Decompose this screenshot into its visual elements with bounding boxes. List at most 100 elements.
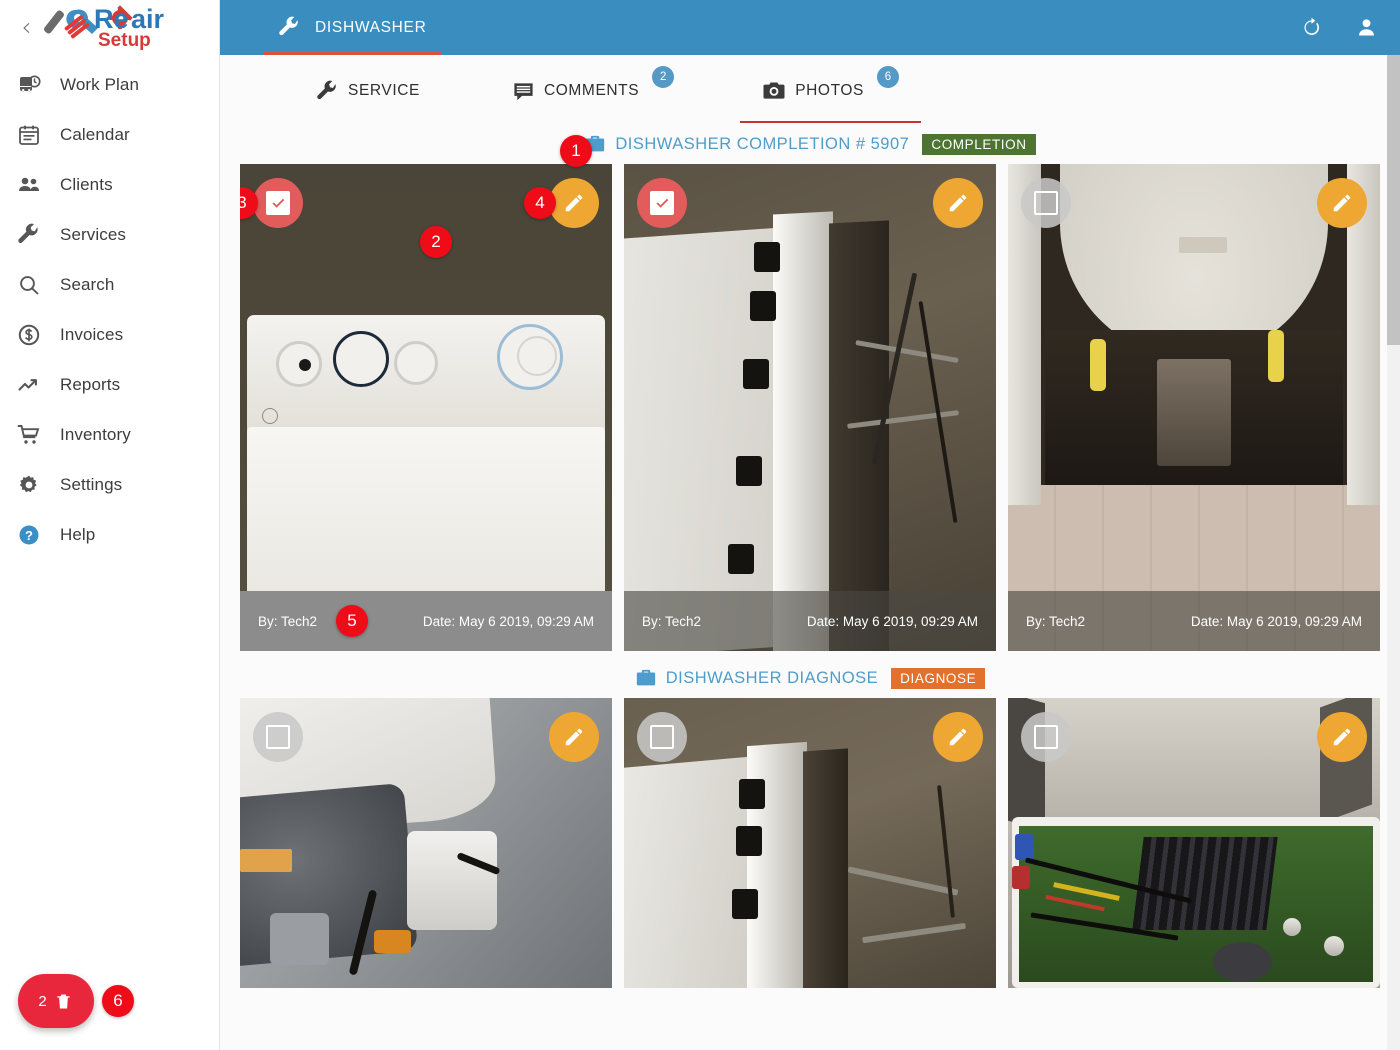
select-photo-checkbox[interactable]	[1021, 712, 1071, 762]
sidebar-collapse-button[interactable]	[14, 8, 40, 48]
photo-grid-diagnose	[220, 698, 1400, 988]
select-photo-checkbox[interactable]	[253, 712, 303, 762]
edit-photo-button[interactable]	[933, 178, 983, 228]
svg-text:?: ?	[25, 528, 33, 543]
camera-icon	[763, 82, 785, 99]
photo-date: Date: May 6 2019, 09:29 AM	[422, 613, 594, 629]
search-icon	[16, 272, 42, 298]
vertical-scrollbar[interactable]	[1387, 55, 1400, 1050]
photo-thumbnail[interactable]	[624, 164, 996, 651]
gear-icon	[16, 472, 42, 498]
clients-icon	[16, 172, 42, 198]
comment-icon	[514, 82, 533, 100]
group-heading-diagnose: DISHWASHER DIAGNOSE DIAGNOSE	[220, 667, 1400, 689]
photo-date: Date: May 6 2019, 09:29 AM	[1190, 613, 1362, 629]
sidebar-item-search[interactable]: Search	[0, 260, 219, 310]
app-logo[interactable]: Re air Setup	[44, 2, 214, 52]
repair-setup-logo-icon: Re air Setup	[44, 4, 165, 51]
photo-meta-footer: By: Tech2 Date: May 6 2019, 09:29 AM	[1008, 591, 1380, 651]
photo-author: By: Tech2	[258, 613, 318, 629]
sidebar-header: Re air Setup	[0, 0, 219, 55]
sidebar-item-inventory[interactable]: Inventory	[0, 410, 219, 460]
tab-badge: 6	[876, 66, 899, 88]
delete-selected-count: 2	[38, 992, 47, 1010]
photo-thumbnail[interactable]	[1008, 164, 1380, 651]
photo-meta-footer: By: Tech2 Date: May 6 2019, 09:29 AM	[624, 591, 996, 651]
content-tabs: SERVICE COMMENTS 2 PHOTOS 6	[220, 55, 1400, 123]
under-dishwasher-tub-floor-image	[1008, 164, 1380, 651]
delete-fab-wrapper: 2 6	[18, 974, 134, 1028]
edit-photo-button[interactable]	[549, 178, 599, 228]
delete-selected-fab[interactable]: 2	[18, 974, 94, 1028]
status-badge: DIAGNOSE	[891, 667, 986, 689]
photo-card[interactable]	[240, 698, 612, 988]
dollar-icon	[16, 322, 42, 348]
annotation-marker-4: 4	[524, 187, 556, 219]
photo-meta-footer: By: Tech2 5 Date: May 6 2019, 09:29 AM	[240, 591, 612, 651]
annotation-marker-6: 6	[102, 985, 134, 1017]
photo-card[interactable]: 3 4 2 By: Tech2 5 Date: May 6 2019, 09:2…	[240, 164, 612, 651]
tab-label: COMMENTS	[543, 82, 640, 99]
photo-grid-completion: 3 4 2 By: Tech2 5 Date: May 6 2019, 09:2…	[220, 164, 1400, 651]
tab-photos[interactable]: PHOTOS 6	[740, 65, 921, 123]
top-tab-dishwasher[interactable]: DISHWASHER	[264, 0, 441, 55]
sidebar-item-label: Invoices	[60, 325, 124, 344]
tab-comments[interactable]: COMMENTS 2	[490, 65, 696, 117]
help-circle-icon: ?	[16, 522, 42, 548]
photo-card[interactable]: By: Tech2 Date: May 6 2019, 09:29 AM	[624, 164, 996, 651]
sidebar-item-calendar[interactable]: Calendar	[0, 110, 219, 160]
edit-photo-button[interactable]	[549, 712, 599, 762]
sidebar-item-label: Inventory	[60, 425, 131, 444]
sidebar-item-label: Clients	[60, 175, 113, 194]
edit-photo-button[interactable]	[933, 712, 983, 762]
sidebar-item-services[interactable]: Services	[0, 210, 219, 260]
sidebar-item-help[interactable]: ? Help	[0, 510, 219, 560]
photo-card[interactable]	[624, 698, 996, 988]
select-photo-checkbox[interactable]	[1021, 178, 1071, 228]
sidebar-item-invoices[interactable]: Invoices	[0, 310, 219, 360]
sidebar-item-label: Calendar	[60, 125, 130, 144]
svg-text:Setup: Setup	[98, 30, 151, 51]
wrench-icon	[16, 222, 42, 248]
person-icon	[1359, 19, 1374, 36]
tab-service[interactable]: SERVICE	[294, 65, 442, 117]
select-photo-checkbox[interactable]	[253, 178, 303, 228]
group-title: DISHWASHER COMPLETION # 5907	[615, 134, 910, 153]
sidebar-item-work-plan[interactable]: Work Plan	[0, 60, 219, 110]
sidebar-item-reports[interactable]: Reports	[0, 360, 219, 410]
pencil-icon	[949, 194, 967, 212]
tab-label: PHOTOS	[795, 82, 864, 99]
group-heading-completion: 1 DISHWASHER COMPLETION # 5907 COMPLETIO…	[220, 133, 1400, 167]
sidebar-item-label: Work Plan	[60, 75, 140, 94]
sidebar-item-label: Search	[60, 275, 115, 294]
scrollbar-thumb[interactable]	[1387, 55, 1400, 345]
sidebar-item-settings[interactable]: Settings	[0, 460, 219, 510]
refresh-button[interactable]	[1300, 16, 1323, 39]
checkbox-unchecked-icon	[1034, 191, 1058, 215]
photo-card[interactable]: By: Tech2 Date: May 6 2019, 09:29 AM	[1008, 164, 1380, 651]
annotation-marker-5: 5	[336, 605, 368, 637]
checkbox-unchecked-icon	[266, 725, 290, 749]
photo-date: Date: May 6 2019, 09:29 AM	[806, 613, 978, 629]
tab-label: SERVICE	[348, 82, 420, 99]
account-button[interactable]	[1355, 16, 1378, 39]
top-bar: DISHWASHER	[220, 0, 1400, 55]
annotation-marker-1: 1	[560, 135, 592, 167]
edit-photo-button[interactable]	[1317, 178, 1367, 228]
pencil-icon	[1333, 728, 1351, 746]
photo-card[interactable]	[1008, 698, 1380, 988]
annotation-marker-2: 2	[420, 226, 452, 258]
group-title: DISHWASHER DIAGNOSE	[665, 668, 879, 687]
main-area: DISHWASHER SERVICE COMMENTS 2 PHOTOS 6 1…	[220, 0, 1400, 1050]
wrench-icon	[317, 80, 336, 99]
edit-photo-button[interactable]	[1317, 712, 1367, 762]
top-tab-label: DISHWASHER	[315, 18, 427, 36]
cart-icon	[16, 422, 42, 448]
select-photo-checkbox[interactable]	[637, 178, 687, 228]
trash-icon	[57, 994, 70, 1008]
sidebar-item-label: Reports	[60, 375, 121, 394]
pencil-icon	[1333, 194, 1351, 212]
select-photo-checkbox[interactable]	[637, 712, 687, 762]
sidebar-item-clients[interactable]: Clients	[0, 160, 219, 210]
pencil-icon	[565, 728, 583, 746]
